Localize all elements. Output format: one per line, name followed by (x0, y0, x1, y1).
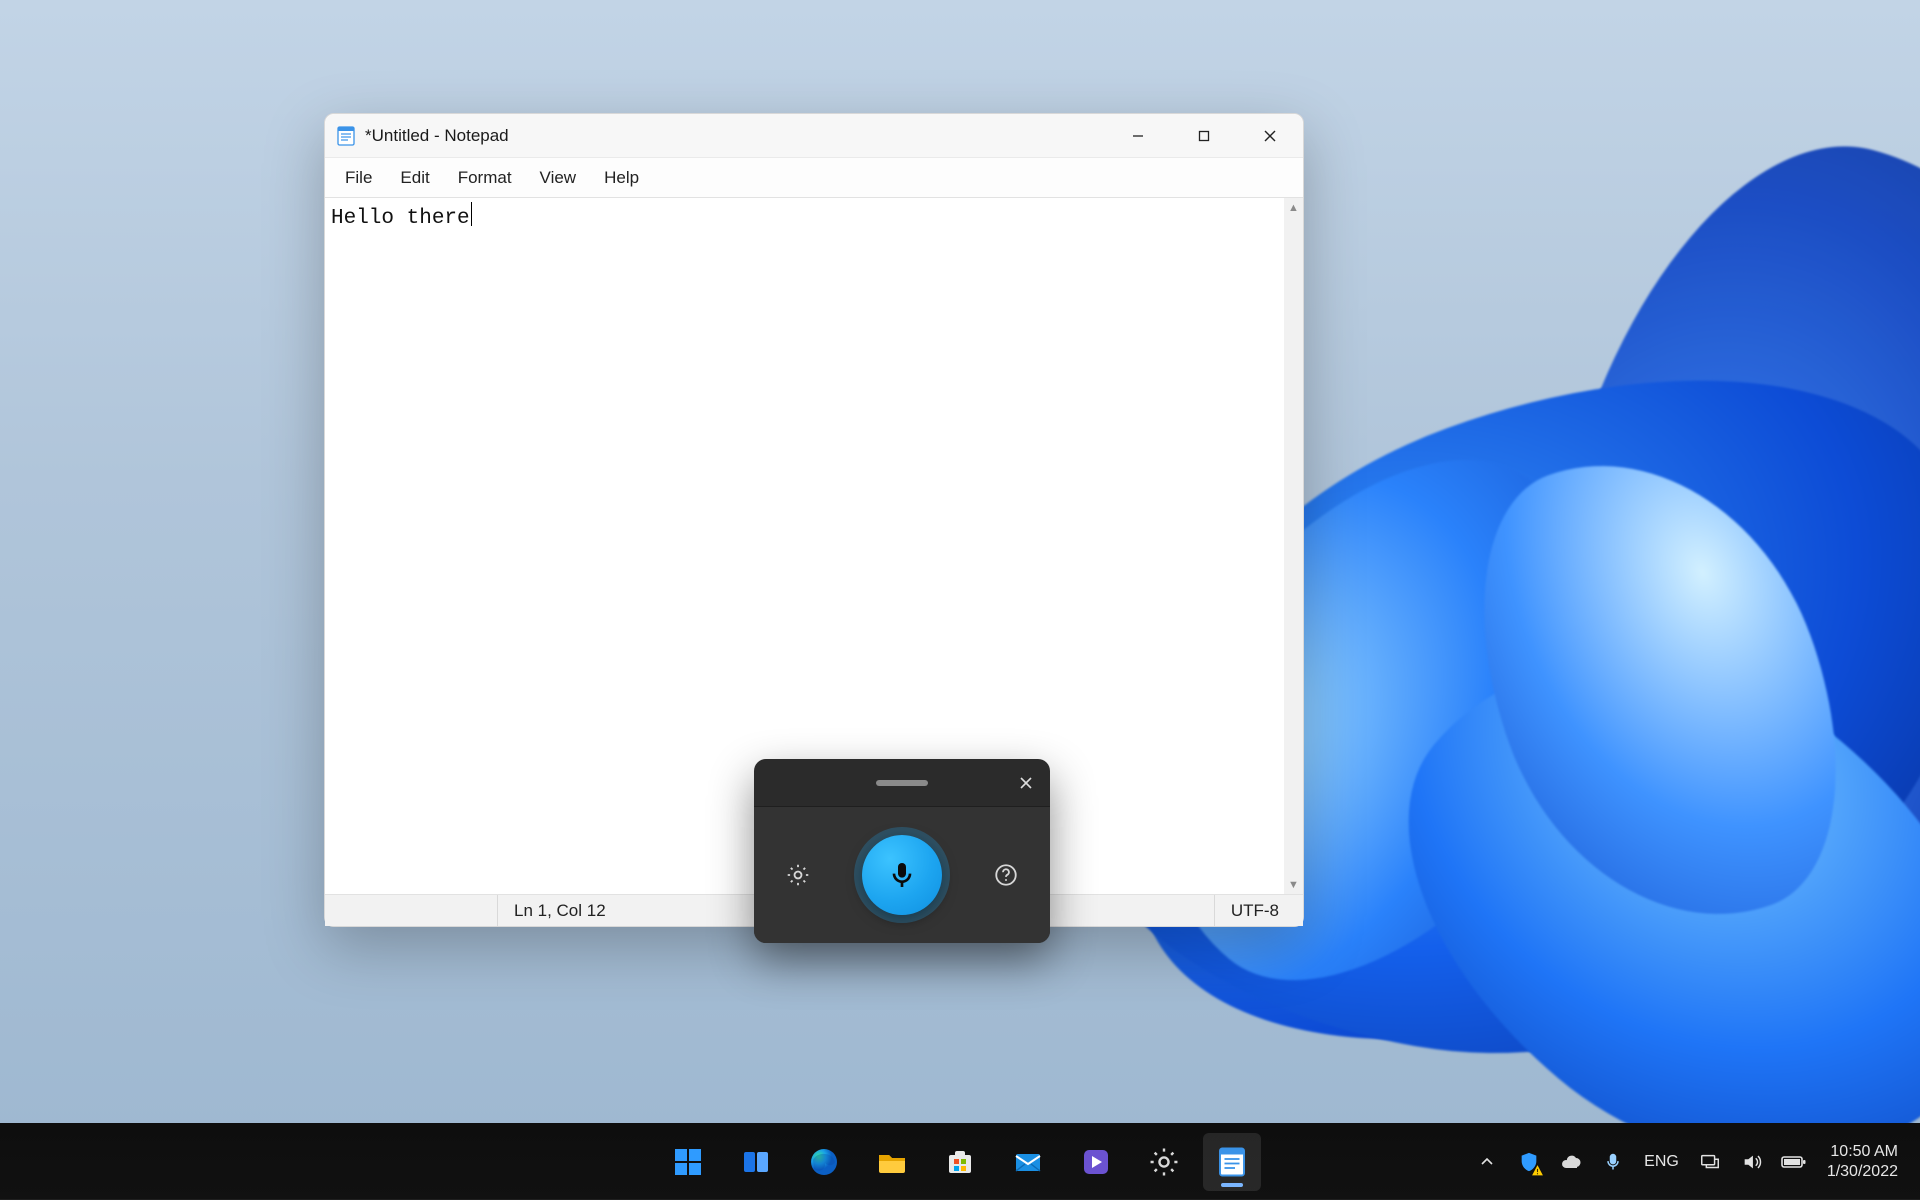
notepad-icon (1217, 1147, 1247, 1177)
vertical-scrollbar[interactable]: ▲ ▼ (1284, 198, 1303, 894)
menu-view[interactable]: View (526, 162, 591, 194)
taskbar-clipchamp[interactable] (1067, 1133, 1125, 1191)
store-icon (943, 1145, 977, 1179)
taskbar-notepad[interactable] (1203, 1133, 1261, 1191)
shield-icon (1518, 1151, 1540, 1173)
microphone-icon (886, 859, 918, 891)
cloud-icon (1559, 1150, 1583, 1174)
gear-icon (785, 862, 811, 888)
tray-battery[interactable] (1777, 1145, 1811, 1179)
chevron-up-icon (1479, 1154, 1495, 1170)
clipchamp-icon (1079, 1145, 1113, 1179)
text-caret (471, 202, 472, 226)
voice-settings-button[interactable] (776, 853, 820, 897)
scroll-up-arrow[interactable]: ▲ (1284, 198, 1303, 217)
status-encoding: UTF-8 (1214, 895, 1295, 926)
taskbar-mail[interactable] (999, 1133, 1057, 1191)
tray-date: 1/30/2022 (1827, 1162, 1898, 1182)
battery-icon (1781, 1149, 1807, 1175)
voice-microphone-button[interactable] (862, 835, 942, 915)
voice-help-button[interactable] (984, 853, 1028, 897)
menu-format[interactable]: Format (444, 162, 526, 194)
taskbar: ENG (0, 1123, 1920, 1200)
taskbar-settings[interactable] (1135, 1133, 1193, 1191)
scroll-down-arrow[interactable]: ▼ (1284, 875, 1303, 894)
mail-icon (1011, 1145, 1045, 1179)
edge-icon (807, 1145, 841, 1179)
desktop-wallpaper: *Untitled - Notepad File Edit Format Vie… (0, 0, 1920, 1200)
task-view-icon (739, 1145, 773, 1179)
editor-content: Hello there (331, 207, 470, 230)
help-icon (993, 862, 1019, 888)
maximize-button[interactable] (1171, 114, 1237, 157)
menu-help[interactable]: Help (590, 162, 653, 194)
tray-microphone[interactable] (1596, 1145, 1630, 1179)
close-button[interactable] (1237, 114, 1303, 157)
voice-typing-panel[interactable] (754, 759, 1050, 943)
notepad-app-icon (335, 125, 357, 147)
menu-file[interactable]: File (331, 162, 386, 194)
network-icon (1699, 1151, 1721, 1173)
taskbar-edge[interactable] (795, 1133, 853, 1191)
windows-logo-icon (671, 1145, 705, 1179)
menu-edit[interactable]: Edit (386, 162, 443, 194)
taskbar-microsoft-store[interactable] (931, 1133, 989, 1191)
status-position: Ln 1, Col 12 (497, 895, 622, 926)
settings-icon (1147, 1145, 1181, 1179)
voice-panel-close-button[interactable] (1010, 767, 1042, 799)
tray-volume[interactable] (1735, 1145, 1769, 1179)
taskbar-center (659, 1133, 1261, 1191)
window-title: *Untitled - Notepad (365, 126, 509, 146)
file-explorer-icon (875, 1145, 909, 1179)
minimize-button[interactable] (1105, 114, 1171, 157)
tray-onedrive[interactable] (1554, 1145, 1588, 1179)
tray-network[interactable] (1693, 1145, 1727, 1179)
volume-icon (1741, 1151, 1763, 1173)
window-controls (1105, 114, 1303, 157)
tray-clock[interactable]: 10:50 AM 1/30/2022 (1819, 1142, 1906, 1182)
taskbar-file-explorer[interactable] (863, 1133, 921, 1191)
microphone-icon (1603, 1152, 1623, 1172)
drag-handle[interactable] (876, 780, 928, 786)
taskbar-task-view[interactable] (727, 1133, 785, 1191)
tray-windows-security[interactable] (1512, 1145, 1546, 1179)
taskbar-tray: ENG (1470, 1123, 1920, 1200)
menubar: File Edit Format View Help (325, 158, 1303, 198)
voice-panel-grip-area[interactable] (754, 759, 1050, 807)
tray-language[interactable]: ENG (1638, 1153, 1685, 1171)
taskbar-start[interactable] (659, 1133, 717, 1191)
tray-overflow-button[interactable] (1470, 1145, 1504, 1179)
titlebar[interactable]: *Untitled - Notepad (325, 114, 1303, 158)
tray-time: 10:50 AM (1827, 1142, 1898, 1162)
